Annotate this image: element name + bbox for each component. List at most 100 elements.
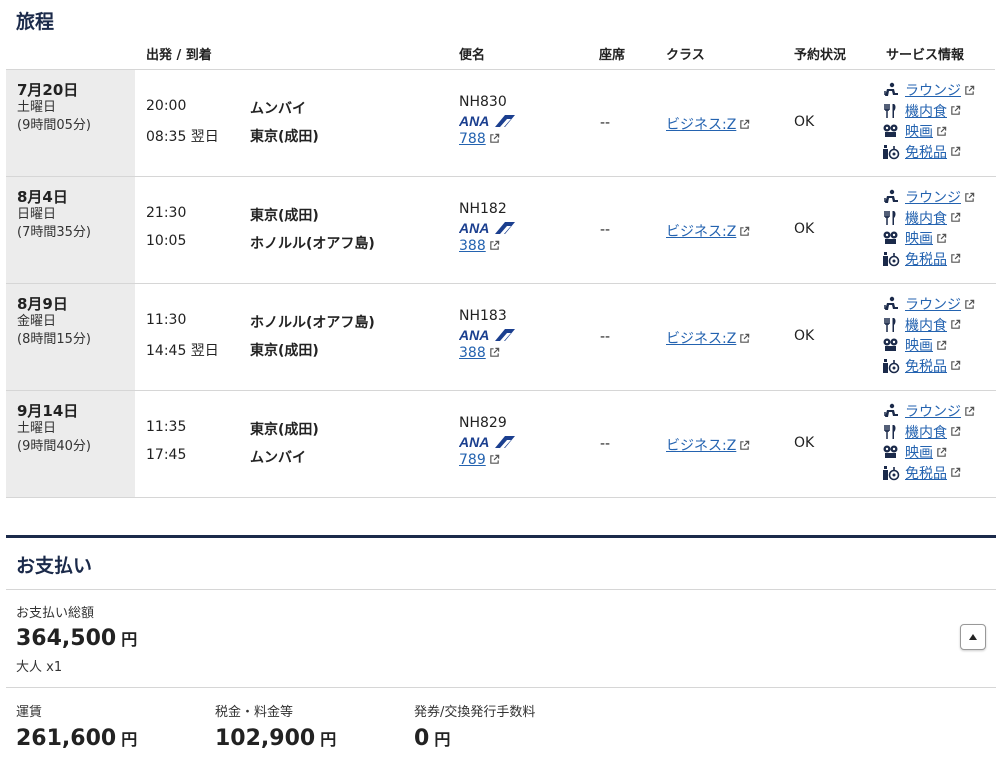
arrival-time: 10:05: [146, 233, 187, 249]
service-item: 映画: [881, 335, 991, 356]
service-item: 免税品: [881, 142, 991, 163]
flight-row: 7月20日 土曜日 (9時間05分) 20:00 ムンバイ 08:35 翌日 東京(成田) N…: [6, 70, 996, 177]
flight-date: 9月14日: [17, 402, 79, 420]
aircraft-link[interactable]: 788: [459, 131, 486, 147]
payment-divider-2: [6, 687, 996, 688]
svg-text:ANA: ANA: [459, 221, 489, 235]
external-link-icon: [937, 340, 947, 350]
external-link-icon: [740, 226, 750, 236]
fare-amount: 261,600 円: [16, 726, 137, 751]
seat-value: --: [600, 222, 611, 238]
service-link[interactable]: 映画: [905, 442, 933, 462]
departure-city: 東京(成田): [250, 422, 319, 438]
chevron-up-icon: [969, 634, 977, 640]
total-currency: 円: [121, 630, 138, 649]
arrival-time: 14:45 翌日: [146, 343, 219, 359]
service-item: 免税品: [881, 356, 991, 377]
payment-section-rule: [6, 535, 996, 538]
external-link-icon: [937, 447, 947, 457]
departure-city: ホノルル(オアフ島): [250, 315, 375, 331]
tax-amount-value: 102,900: [215, 726, 316, 751]
external-link-icon: [951, 427, 961, 437]
fee-label: 発券/交換発行手数料: [414, 705, 536, 720]
service-link[interactable]: 免税品: [905, 249, 947, 269]
flight-weekday: 土曜日: [17, 421, 57, 436]
date-cell: 8月4日 日曜日 (7時間35分): [6, 177, 135, 283]
service-link[interactable]: 免税品: [905, 463, 947, 483]
service-link[interactable]: 機内食: [905, 422, 947, 442]
booking-status: OK: [794, 328, 815, 344]
service-item: 免税品: [881, 249, 991, 270]
flight-row: 8月9日 金曜日 (8時間15分) 11:30 ホノルル(オアフ島) 14:45 翌日 東京…: [6, 284, 996, 391]
lounge-icon: [884, 404, 898, 418]
dutyfree-icon: [883, 358, 900, 374]
service-link[interactable]: 機内食: [905, 208, 947, 228]
departure-city: 東京(成田): [250, 208, 319, 224]
service-item: 映画: [881, 228, 991, 249]
flight-duration: (7時間35分): [17, 225, 91, 240]
service-item: 機内食: [881, 208, 991, 229]
movie-icon: [883, 338, 898, 352]
class-link[interactable]: ビジネス:Z: [666, 438, 736, 454]
dutyfree-icon: [883, 465, 900, 481]
departure-time: 21:30: [146, 205, 187, 221]
external-link-icon: [965, 406, 975, 416]
service-link[interactable]: 映画: [905, 335, 933, 355]
collapse-button[interactable]: [960, 624, 986, 650]
date-cell: 7月20日 土曜日 (9時間05分): [6, 70, 135, 176]
itinerary-title: 旅程: [16, 11, 55, 33]
external-link-icon: [951, 147, 961, 157]
svg-text:ANA: ANA: [459, 114, 489, 128]
flight-duration: (9時間40分): [17, 439, 91, 454]
col-seat: 座席: [599, 48, 626, 63]
service-link[interactable]: 免税品: [905, 356, 947, 376]
flight-number: NH829: [459, 415, 507, 431]
airline-logo: ANA: [458, 327, 515, 343]
aircraft-link[interactable]: 388: [459, 345, 486, 361]
service-link[interactable]: 機内食: [905, 315, 947, 335]
flight-weekday: 土曜日: [17, 100, 57, 115]
external-link-icon: [489, 240, 499, 250]
external-link-icon: [740, 333, 750, 343]
service-link[interactable]: ラウンジ: [905, 401, 961, 421]
class-link[interactable]: ビジネス:Z: [666, 117, 736, 133]
payment-divider: [6, 589, 996, 590]
flight-date: 8月9日: [17, 295, 68, 313]
aircraft-type: 789: [459, 452, 500, 468]
aircraft-type: 388: [459, 345, 500, 361]
col-status: 予約状況: [794, 48, 847, 63]
service-link[interactable]: 免税品: [905, 142, 947, 162]
arrival-city: ホノルル(オアフ島): [250, 236, 375, 252]
service-link[interactable]: 映画: [905, 121, 933, 141]
fee-amount-value: 0: [414, 726, 430, 751]
seat-value: --: [600, 115, 611, 131]
external-link-icon: [951, 213, 961, 223]
flight-duration: (8時間15分): [17, 332, 91, 347]
external-link-icon: [965, 299, 975, 309]
service-link[interactable]: 映画: [905, 228, 933, 248]
class-link[interactable]: ビジネス:Z: [666, 224, 736, 240]
seat-value: --: [600, 329, 611, 345]
departure-time: 20:00: [146, 98, 187, 114]
service-link[interactable]: ラウンジ: [905, 294, 961, 314]
flight-weekday: 金曜日: [17, 314, 57, 329]
payment-title: お支払い: [16, 555, 93, 577]
flight-number: NH182: [459, 201, 507, 217]
booking-status: OK: [794, 114, 815, 130]
service-item: 映画: [881, 121, 991, 142]
service-item: 機内食: [881, 315, 991, 336]
external-link-icon: [951, 361, 961, 371]
external-link-icon: [489, 454, 499, 464]
service-link[interactable]: ラウンジ: [905, 80, 961, 100]
flight-date: 7月20日: [17, 81, 79, 99]
class-link[interactable]: ビジネス:Z: [666, 331, 736, 347]
date-cell: 9月14日 土曜日 (9時間40分): [6, 391, 135, 497]
flight-date: 8月4日: [17, 188, 68, 206]
flight-row: 9月14日 土曜日 (9時間40分) 11:35 東京(成田) 17:45 ムンバイ NH82…: [6, 391, 996, 498]
service-link[interactable]: ラウンジ: [905, 187, 961, 207]
aircraft-link[interactable]: 789: [459, 452, 486, 468]
movie-icon: [883, 445, 898, 459]
arrival-time: 17:45: [146, 447, 187, 463]
aircraft-link[interactable]: 388: [459, 238, 486, 254]
service-link[interactable]: 機内食: [905, 101, 947, 121]
